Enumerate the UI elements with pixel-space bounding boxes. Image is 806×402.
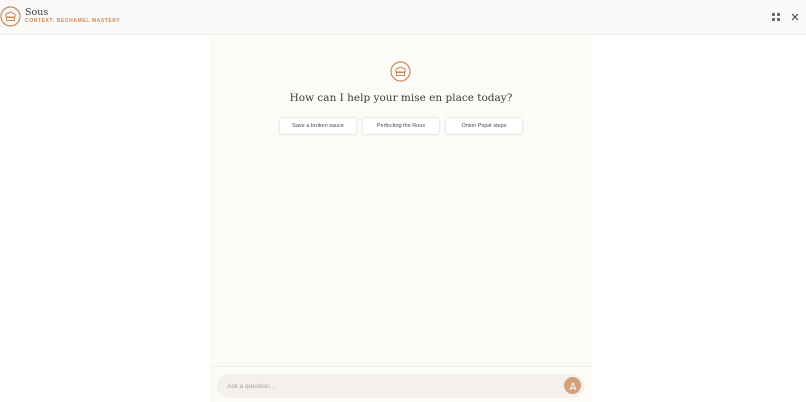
send-icon [569,377,577,395]
app-title: Sous [25,7,49,18]
suggestion-label: Onion Piqué steps [461,123,507,129]
top-bar: Sous CONTEXT: BECHAMEL MASTERY [0,0,806,35]
welcome-headline: How can I help your mise en place today? [289,92,513,104]
chat-panel: How can I help your mise en place today?… [210,36,592,402]
suggestion-chip-roux[interactable]: Perfecting the Roux [362,117,440,135]
context-label: CONTEXT: BECHAMEL MASTERY [25,18,121,24]
send-button[interactable] [564,377,581,394]
suggestion-label: Perfecting the Roux [376,123,426,129]
composer-divider [210,366,592,367]
chef-hat-icon [390,61,411,82]
close-icon[interactable] [789,11,801,23]
suggestion-chip-onion-pique[interactable]: Onion Piqué steps [445,117,523,135]
suggestion-chip-broken-sauce[interactable]: Save a broken sauce [279,117,357,135]
question-input[interactable] [227,374,547,398]
suggestion-label: Save a broken sauce [292,123,344,129]
composer [217,374,584,398]
chef-hat-icon [0,6,21,27]
grid-icon[interactable] [770,11,782,23]
